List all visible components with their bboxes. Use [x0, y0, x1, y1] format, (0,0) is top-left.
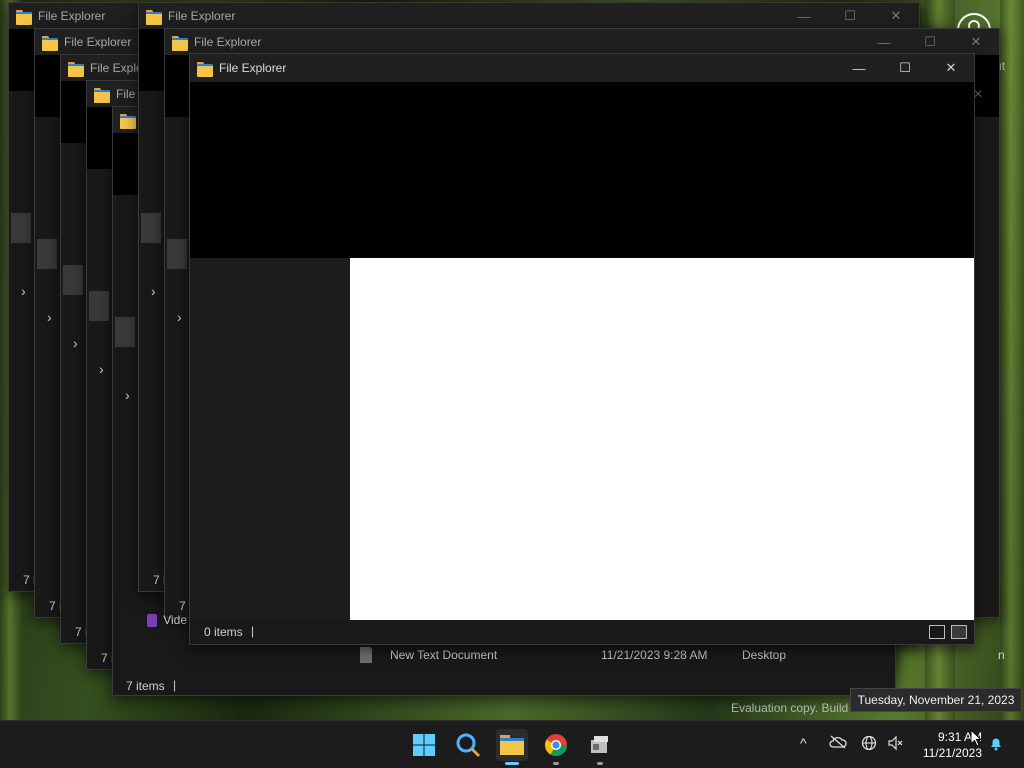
taskbar: ^ 9:31 AM 11/21/2023 — [0, 720, 1024, 768]
status-separator: | — [173, 678, 177, 692]
folder-icon — [16, 9, 32, 25]
explorer-window-main[interactable]: File Explorer — ☐ ✕ 0 items | — [189, 53, 975, 645]
maximize-button[interactable]: ☐ — [827, 3, 873, 29]
close-button[interactable]: ✕ — [873, 3, 919, 29]
window-title: File Explorer — [64, 35, 132, 49]
chevron-right-icon[interactable]: › — [21, 283, 26, 299]
mouse-cursor-icon — [970, 729, 982, 747]
file-location: Desktop — [742, 648, 787, 662]
network-icon[interactable] — [861, 735, 877, 754]
nav-button[interactable] — [11, 213, 31, 243]
status-text: 7 items — [126, 679, 165, 693]
window-title: File Explorer — [168, 9, 236, 23]
window-title: File Explo — [90, 61, 143, 75]
nav-button[interactable] — [167, 239, 187, 269]
caption-buttons: — ☐ ✕ — [861, 29, 999, 55]
caption-buttons: — ☐ ✕ — [836, 54, 974, 82]
nav-button[interactable] — [37, 239, 57, 269]
notification-bell-icon[interactable] — [988, 735, 1004, 754]
windows-start-icon[interactable] — [408, 729, 440, 761]
toolbar — [190, 82, 974, 258]
folder-icon — [68, 61, 84, 77]
folder-icon — [146, 9, 162, 25]
wallpaper-bamboo — [1000, 0, 1024, 720]
content-area[interactable] — [350, 258, 974, 622]
minimize-button[interactable]: — — [861, 29, 907, 55]
nav-button[interactable] — [63, 265, 83, 295]
chrome-icon[interactable] — [540, 729, 572, 765]
running-indicator — [553, 762, 559, 765]
close-button[interactable]: ✕ — [928, 54, 974, 82]
item-count: 0 items — [204, 625, 243, 639]
window-title: File Explorer — [219, 61, 287, 75]
maximize-button[interactable]: ☐ — [907, 29, 953, 55]
volume-muted-icon[interactable] — [887, 735, 903, 754]
large-icons-view-icon[interactable] — [951, 625, 967, 639]
videos-item[interactable]: Vide — [147, 612, 187, 628]
status-separator: | — [251, 624, 255, 638]
active-indicator — [505, 762, 519, 765]
chevron-right-icon[interactable]: › — [99, 361, 104, 377]
chevron-right-icon[interactable]: › — [177, 309, 182, 325]
minimize-button[interactable]: — — [836, 54, 882, 82]
chevron-right-icon[interactable]: › — [125, 387, 130, 403]
folder-icon — [42, 35, 58, 51]
video-icon — [147, 613, 158, 627]
maximize-button[interactable]: ☐ — [882, 54, 928, 82]
caption-buttons: — ☐ ✕ — [781, 3, 919, 29]
clock-date: 11/21/2023 — [922, 746, 982, 760]
chevron-right-icon[interactable]: › — [151, 283, 156, 299]
videos-label: Vide — [163, 613, 187, 627]
file-date: 11/21/2023 9:28 AM — [601, 648, 708, 662]
nav-button[interactable] — [141, 213, 161, 243]
status-bar: 0 items | — [190, 620, 974, 644]
app-icon[interactable] — [584, 729, 616, 765]
navigation-pane[interactable] — [190, 258, 350, 622]
details-view-icon[interactable] — [929, 625, 945, 639]
search-icon[interactable] — [452, 729, 484, 761]
running-indicator — [597, 762, 603, 765]
folder-icon — [197, 61, 213, 77]
chevron-up-icon[interactable]: ^ — [800, 735, 807, 751]
evaluation-watermark: Evaluation copy. Build — [731, 701, 849, 715]
folder-icon — [172, 35, 188, 51]
file-explorer-icon[interactable] — [496, 729, 528, 765]
close-button[interactable]: ✕ — [953, 29, 999, 55]
window-title: File Explorer — [38, 9, 106, 23]
file-row[interactable]: New Text Document 11/21/2023 9:28 AM Des… — [360, 644, 900, 666]
nav-button[interactable] — [89, 291, 109, 321]
folder-icon — [120, 113, 136, 129]
nav-button[interactable] — [115, 317, 135, 347]
onedrive-offline-icon[interactable] — [829, 735, 847, 752]
window-title: File Explorer — [194, 35, 262, 49]
chevron-right-icon[interactable]: › — [47, 309, 52, 325]
text-document-icon — [360, 647, 372, 663]
truncated-right-text: n — [998, 648, 1005, 662]
date-tooltip: Tuesday, November 21, 2023 — [850, 688, 1022, 712]
chevron-right-icon[interactable]: › — [73, 335, 78, 351]
window-title: File — [116, 87, 136, 101]
file-name: New Text Document — [390, 648, 498, 662]
folder-icon — [94, 87, 110, 103]
minimize-button[interactable]: — — [781, 3, 827, 29]
